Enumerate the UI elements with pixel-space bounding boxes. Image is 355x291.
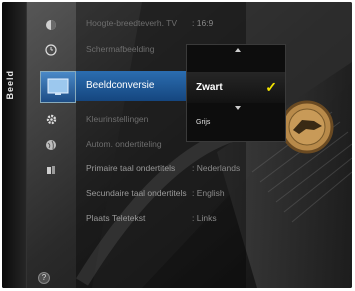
help-icon[interactable]: ? (38, 272, 50, 284)
dropdown-option-black[interactable]: Zwart ✓ (187, 72, 285, 103)
menu-item-aspect-ratio[interactable]: Hoogte-breedteverh. TV : 16:9 (86, 15, 246, 31)
menu-item-label: Secundaire taal ondertitels (86, 188, 187, 198)
menu-item-label: Hoogte-breedteverh. TV (86, 18, 178, 28)
scroll-up-arrow-icon[interactable] (235, 48, 241, 52)
scroll-down-arrow-icon[interactable] (235, 106, 241, 110)
menu-item-value: : 16:9 (192, 18, 214, 28)
picture-icon[interactable] (44, 18, 58, 32)
speaker-icon[interactable] (44, 163, 58, 177)
menu-item-label: Autom. ondertiteling (86, 139, 162, 149)
picture-conversion-dropdown[interactable]: Zwart ✓ Grijs (186, 44, 286, 142)
globe-icon[interactable] (44, 138, 58, 152)
menu-item-primary-subtitle-language[interactable]: Primaire taal ondertitels : Nederlands (86, 160, 246, 176)
menu-item-teletext-position[interactable]: Plaats Teletekst : Links (86, 210, 246, 226)
menu-item-label: Kleurinstellingen (86, 114, 149, 124)
menu-item-label: Schermafbeelding (86, 44, 155, 54)
dropdown-option-grey[interactable]: Grijs (187, 112, 285, 134)
sidebar-rail: Beeld (2, 2, 27, 288)
checkmark-icon: ✓ (265, 79, 277, 95)
menu-item-value: : Links (192, 213, 217, 223)
menu-item-label: Primaire taal ondertitels (86, 163, 176, 173)
option-label: Grijs (196, 119, 211, 126)
gear-icon[interactable] (44, 112, 58, 126)
tv-screen-icon[interactable] (40, 71, 76, 103)
menu-item-value: : English (192, 188, 225, 198)
menu-item-label: Plaats Teletekst (86, 213, 146, 223)
menu-item-value: : Nederlands (192, 163, 241, 173)
option-label: Zwart (196, 82, 223, 93)
clock-icon[interactable] (44, 43, 58, 57)
tv-menu-screen: Beeld Hoogte-breedteverh. TV : 16:9 Sche… (2, 2, 352, 288)
menu-item-secondary-subtitle-language[interactable]: Secundaire taal ondertitels : English (86, 185, 246, 201)
menu-item-label: Beeldconversie (86, 80, 155, 91)
section-label: Beeld (5, 70, 15, 100)
